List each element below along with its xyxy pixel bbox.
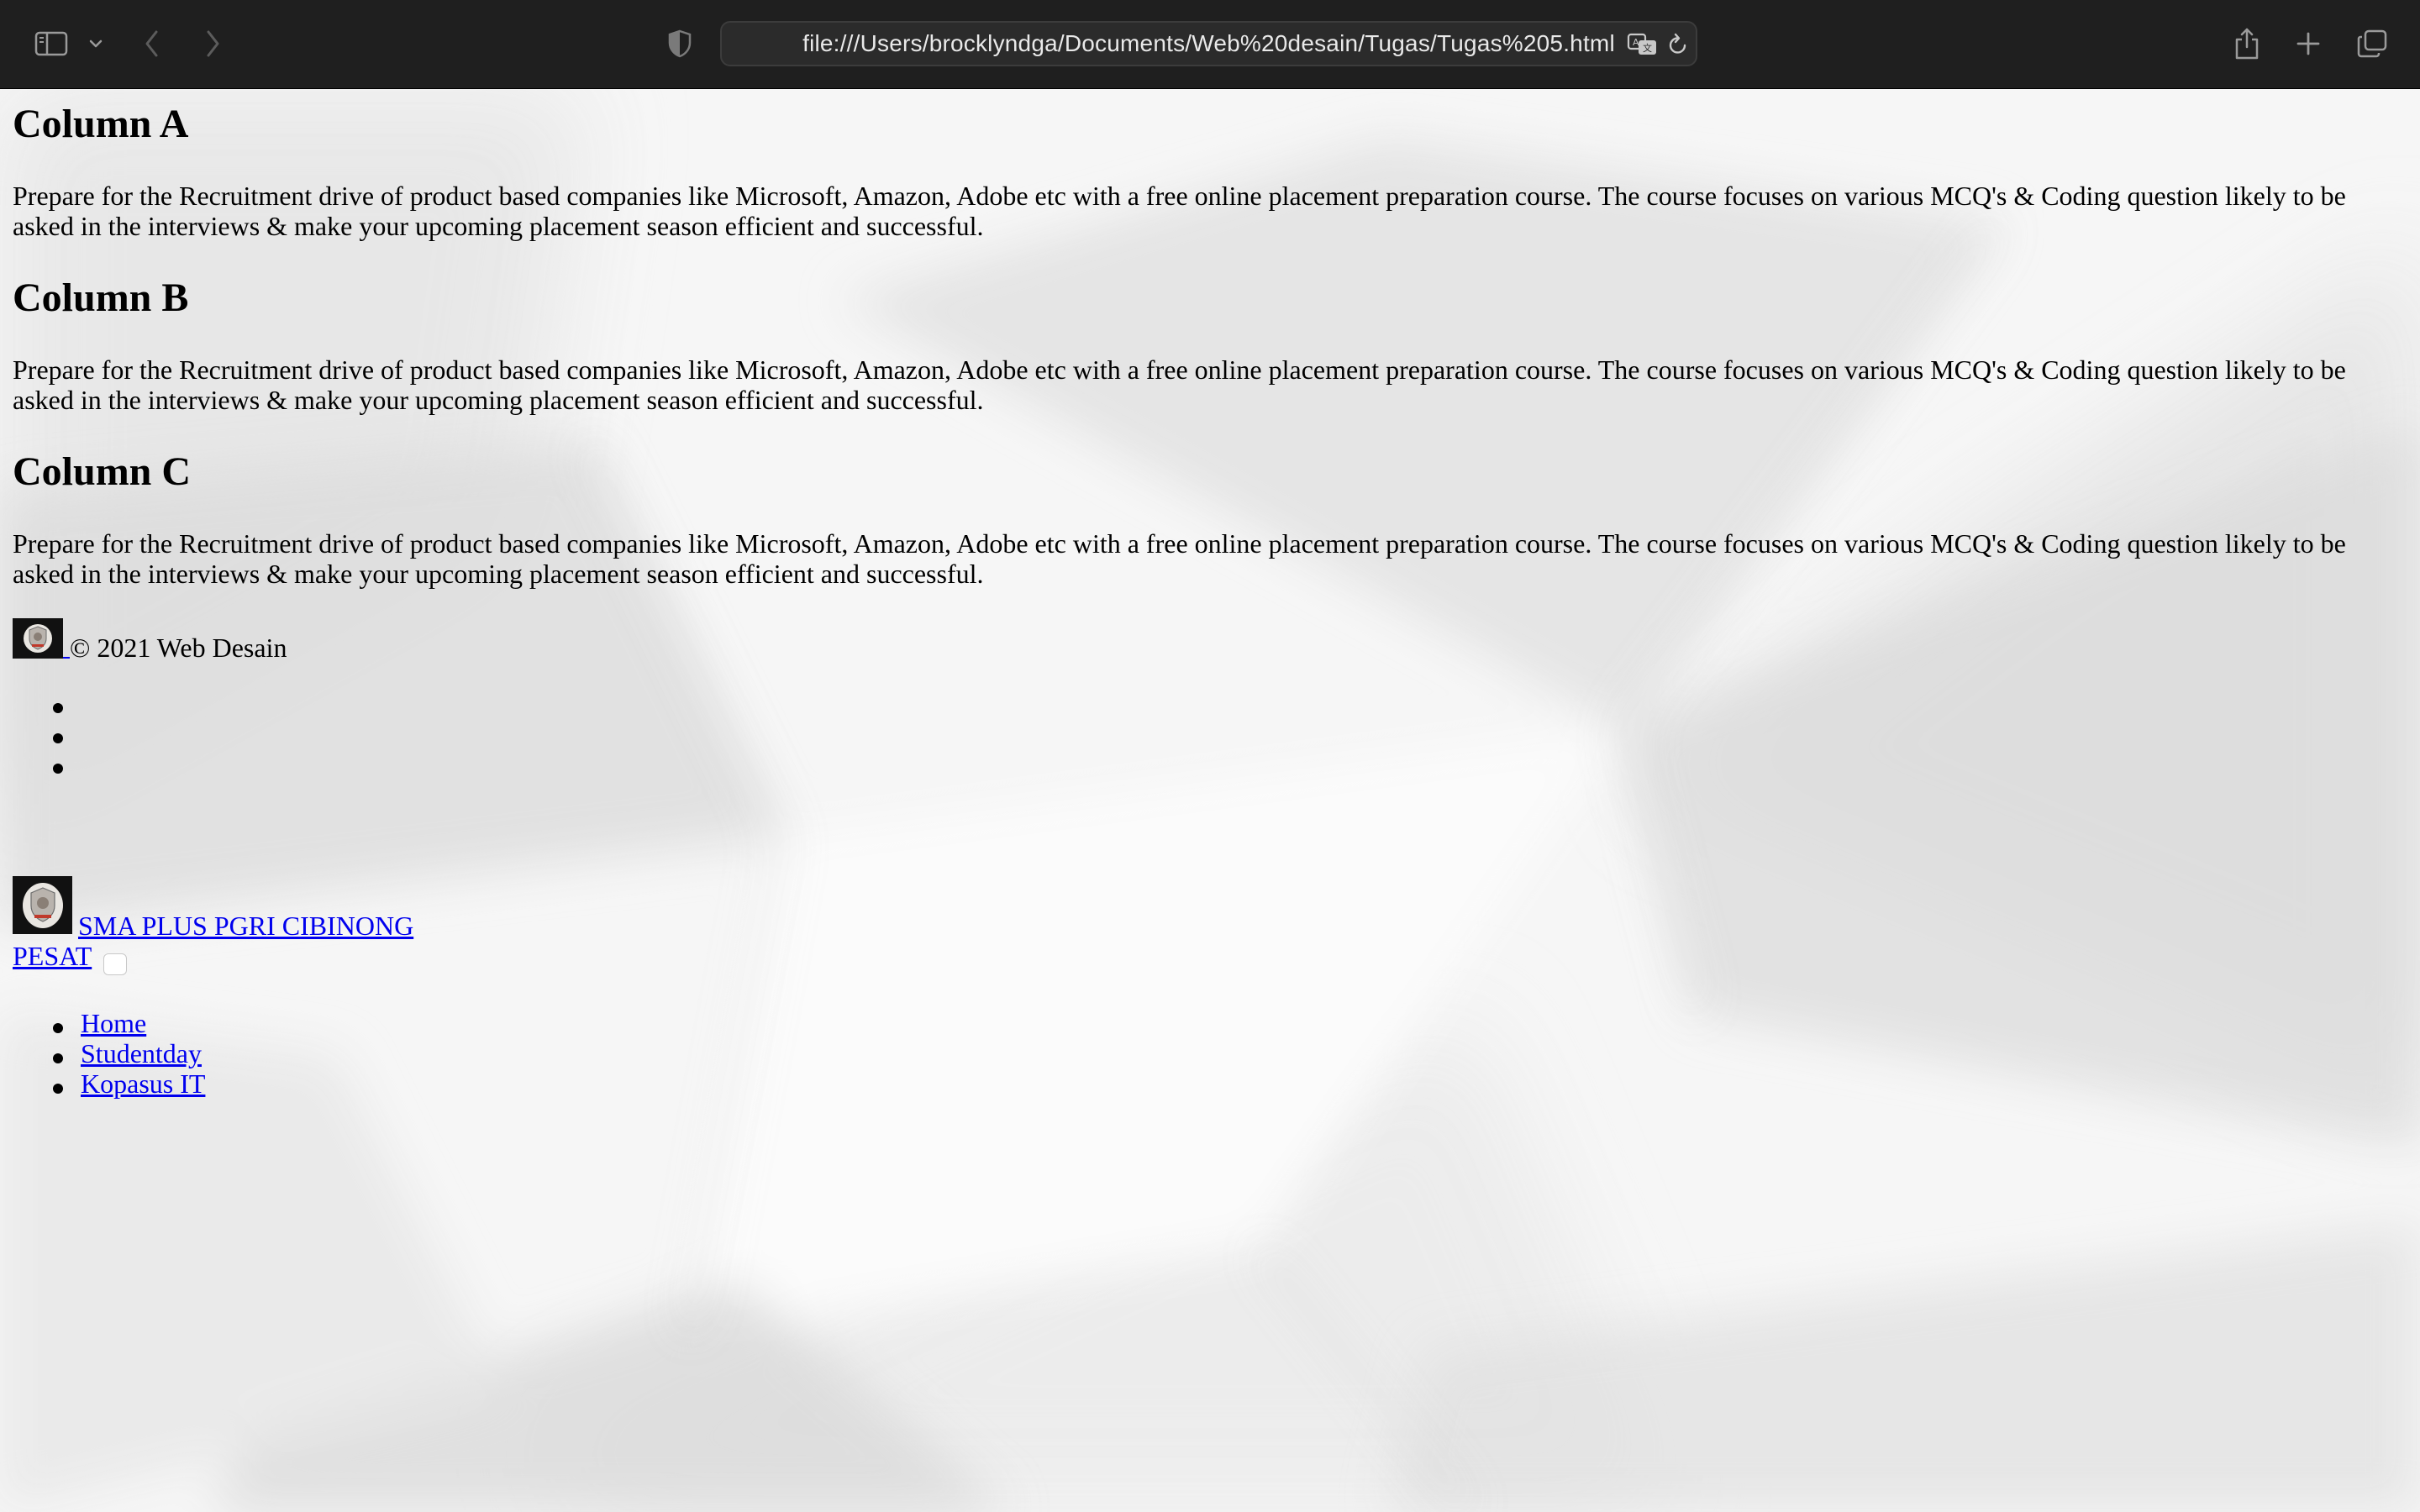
brand-link-subtitle[interactable]: PESAT xyxy=(13,941,92,971)
column-b-text: Prepare for the Recruitment drive of pro… xyxy=(13,354,2346,415)
address-bar[interactable]: file:///Users/brocklyndga/Documents/Web%… xyxy=(720,21,1697,66)
column-b-heading: Column B xyxy=(13,276,189,320)
plus-icon[interactable] xyxy=(2285,20,2332,67)
shield-icon[interactable] xyxy=(656,20,703,67)
footer-logo-link-underline[interactable] xyxy=(63,657,70,659)
nav-link-kopasus-it[interactable]: Kopasus IT xyxy=(81,1068,205,1099)
svg-text:A: A xyxy=(1633,37,1639,48)
svg-text:文: 文 xyxy=(1643,42,1652,54)
brand-link[interactable]: SMA PLUS PGRI CIBINONG xyxy=(78,911,413,941)
nav-bullet xyxy=(53,1053,63,1063)
page-content: Column A Prepare for the Recruitment dri… xyxy=(0,89,2420,1512)
social-list-item[interactable] xyxy=(53,733,63,743)
nav-toggle-checkbox[interactable] xyxy=(103,953,127,975)
share-icon[interactable] xyxy=(2223,20,2270,67)
reload-icon[interactable] xyxy=(1661,28,1695,61)
sidebar-icon[interactable] xyxy=(28,20,75,67)
social-list-item[interactable] xyxy=(53,703,63,713)
nav-bullet xyxy=(53,1084,63,1094)
nav-link-studentday[interactable]: Studentday xyxy=(81,1038,202,1068)
chevron-right-icon[interactable] xyxy=(189,20,236,67)
tabs-overview-icon[interactable] xyxy=(2349,20,2396,67)
browser-toolbar: file:///Users/brocklyndga/Documents/Web%… xyxy=(0,0,2420,89)
chevron-down-icon[interactable] xyxy=(72,20,119,67)
web-page: Column A Prepare for the Recruitment dri… xyxy=(0,89,2420,1512)
chevron-left-icon[interactable] xyxy=(129,20,176,67)
nav-link-home[interactable]: Home xyxy=(81,1008,146,1038)
brand-logo[interactable] xyxy=(13,876,72,934)
column-a-heading: Column A xyxy=(13,102,189,146)
url-text[interactable]: file:///Users/brocklyndga/Documents/Web%… xyxy=(722,23,1696,65)
footer-logo[interactable] xyxy=(13,618,63,659)
social-list-item[interactable] xyxy=(53,764,63,774)
translate-icon[interactable]: A 文 xyxy=(1626,28,1660,61)
copyright-text: © 2021 Web Desain xyxy=(70,633,287,663)
column-c-heading: Column C xyxy=(13,449,192,494)
column-c-text: Prepare for the Recruitment drive of pro… xyxy=(13,528,2346,589)
column-a-text: Prepare for the Recruitment drive of pro… xyxy=(13,181,2346,241)
nav-bullet xyxy=(53,1023,63,1033)
